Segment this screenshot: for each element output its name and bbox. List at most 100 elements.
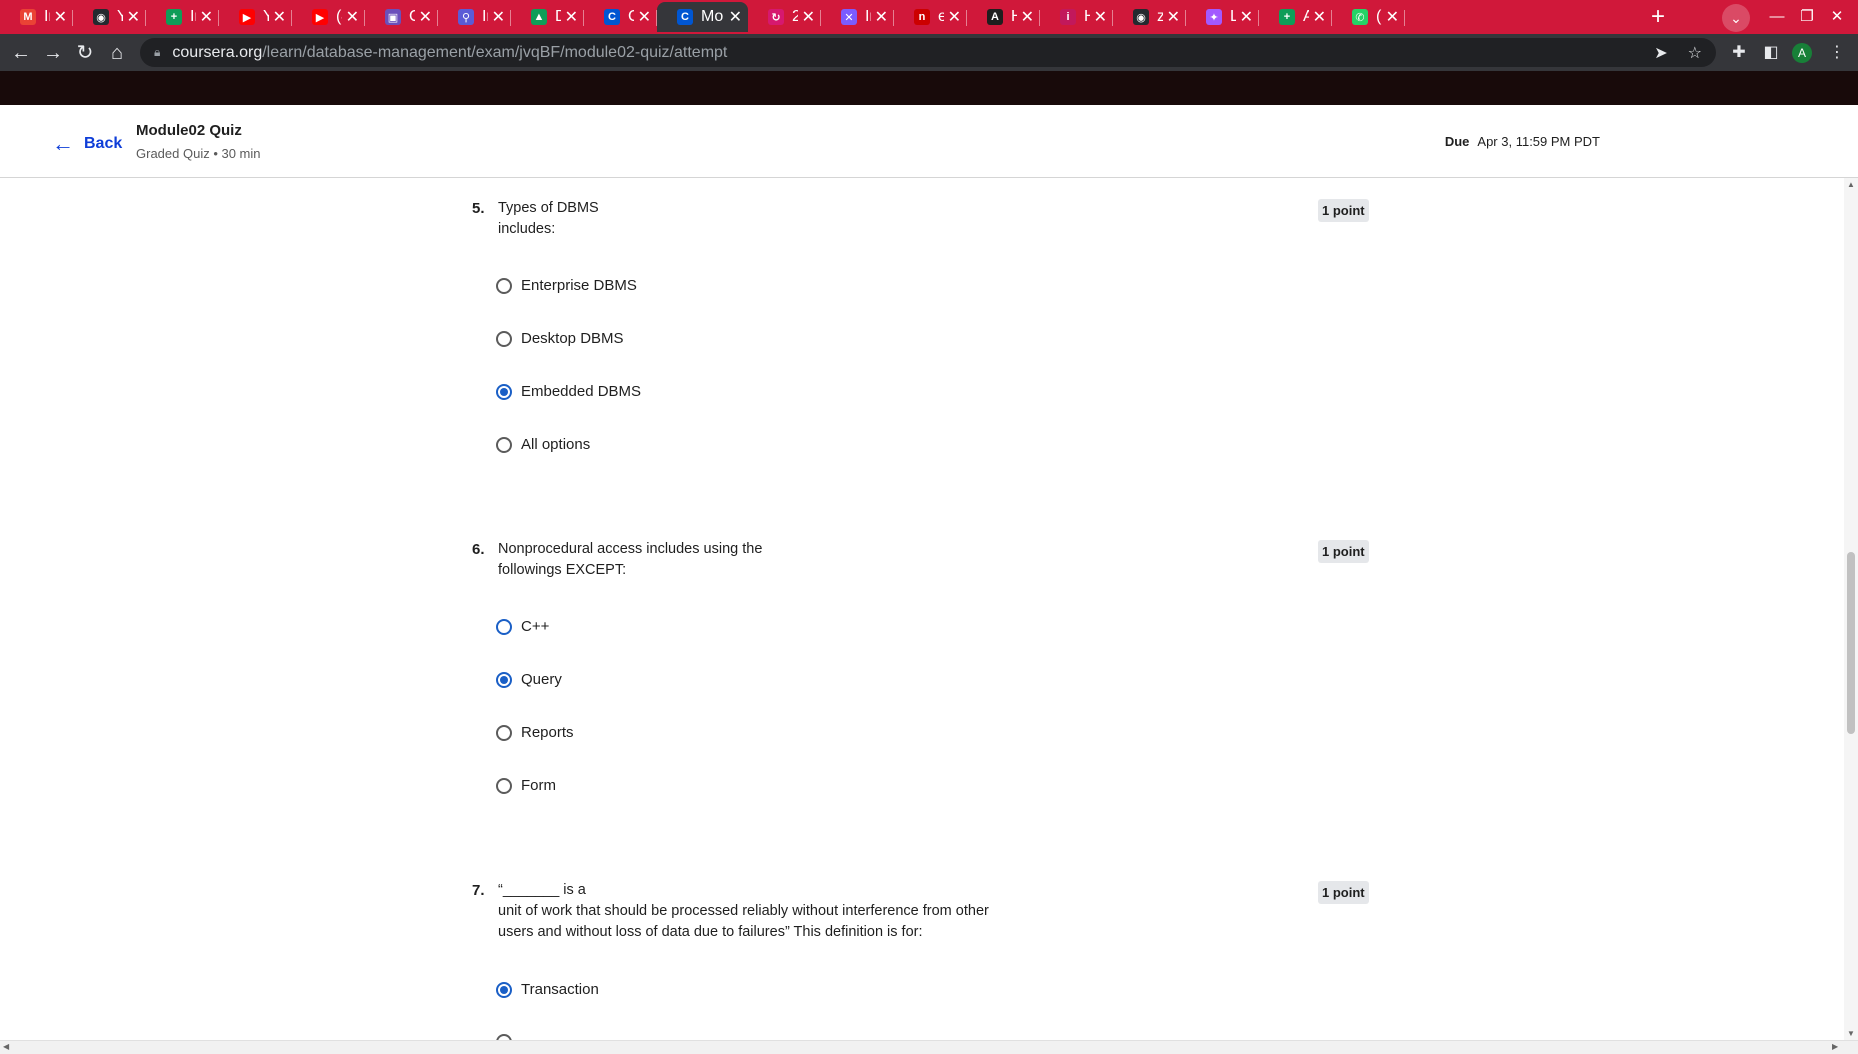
option-radio[interactable]: Form (496, 777, 556, 794)
bookmark-star-icon[interactable]: ☆ (1688, 43, 1702, 63)
question-text: Nonprocedural access includes using the … (498, 539, 762, 581)
browser-tab[interactable]: + Int ✕ (146, 2, 219, 32)
restore-icon[interactable]: ❐ (1792, 4, 1822, 30)
reload-icon[interactable]: ↻ (70, 38, 100, 68)
menu-kebab-icon[interactable]: ⋮ (1822, 38, 1852, 68)
close-tab-icon[interactable]: ✕ (492, 7, 505, 27)
radio-button[interactable] (496, 436, 512, 453)
address-bar[interactable]: 🔒︎ coursera.org/learn/database-managemen… (140, 38, 1716, 67)
close-tab-icon[interactable]: ✕ (419, 7, 432, 27)
close-tab-icon[interactable]: ✕ (1386, 7, 1399, 27)
url-path: /learn/database-management/exam/jvqBF/mo… (262, 43, 728, 61)
scroll-left-icon[interactable]: ◀ (3, 1042, 9, 1051)
radio-button[interactable] (496, 671, 512, 688)
scroll-right-icon[interactable]: ▶ (1832, 1042, 1838, 1051)
extensions-puzzle-icon[interactable]: ✚ (1724, 38, 1754, 68)
tab-title: Ho (1011, 8, 1017, 26)
close-window-icon[interactable]: ✕ (1822, 4, 1852, 30)
close-tab-icon[interactable]: ✕ (346, 7, 359, 27)
question-text-line: followings EXCEPT: (498, 562, 627, 578)
radio-button[interactable] (496, 330, 512, 347)
close-tab-icon[interactable]: ✕ (638, 7, 651, 27)
option-radio[interactable]: Reports (496, 724, 574, 741)
question-text-line: includes: (498, 221, 556, 237)
browser-tab[interactable]: C Co✕ (584, 2, 657, 32)
close-tab-icon[interactable]: ✕ (127, 7, 140, 27)
option-radio[interactable]: Transaction (496, 981, 599, 998)
browser-tab[interactable]: ◉ You ✕ (73, 2, 146, 32)
browser-tab[interactable]: ⚲ Int ✕ (438, 2, 511, 32)
radio-button[interactable] (496, 277, 512, 294)
close-tab-icon[interactable]: ✕ (875, 7, 888, 27)
radio-button[interactable] (496, 618, 512, 635)
option-radio[interactable]: Desktop DBMS (496, 330, 624, 347)
coursera-icon: C (604, 9, 620, 25)
horizontal-scrollbar[interactable]: ◀ ▶ (0, 1040, 1858, 1054)
minimize-icon[interactable]: — (1762, 4, 1792, 30)
close-tab-icon[interactable]: ✕ (948, 7, 961, 27)
radio-button[interactable] (496, 724, 512, 741)
option-radio[interactable]: C++ (496, 618, 549, 635)
close-tab-icon[interactable]: ✕ (1240, 7, 1253, 27)
close-tab-icon[interactable]: ✕ (802, 7, 815, 27)
option-radio[interactable]: Query (496, 671, 562, 688)
sheets-plus-icon: + (166, 9, 182, 25)
tab-title: zer (1157, 8, 1163, 25)
tab-title: esl (938, 8, 944, 25)
back-arrow-icon[interactable]: ← (6, 38, 36, 68)
radio-button[interactable] (496, 981, 512, 998)
question-text-line: Types of DBMS (498, 200, 599, 216)
browser-tab[interactable]: ↻ 2.✕ (748, 2, 821, 32)
browser-tab[interactable]: ▶ You ✕ (219, 2, 292, 32)
close-tab-icon[interactable]: ✕ (54, 7, 67, 27)
close-tab-icon[interactable]: ✕ (565, 7, 578, 27)
tab-title: Int (482, 8, 488, 25)
browser-tab[interactable]: C Mo ✕ (657, 2, 748, 32)
new-tab-button[interactable]: + (1644, 4, 1672, 32)
vertical-scrollbar[interactable]: ▲ ▼ (1844, 178, 1858, 1040)
scroll-up-icon[interactable]: ▲ (1847, 180, 1855, 189)
side-panel-icon[interactable]: ◧ (1756, 38, 1786, 68)
option-label: Enterprise DBMS (521, 277, 637, 294)
browser-tab[interactable]: n esl ✕ (894, 2, 967, 32)
close-tab-icon[interactable]: ✕ (1167, 7, 1180, 27)
browser-tab[interactable]: ✦ LD✕ (1186, 2, 1259, 32)
browser-tab[interactable]: A Ho✕ (967, 2, 1040, 32)
close-tab-icon[interactable]: ✕ (1021, 7, 1034, 27)
browser-tab[interactable]: M Inb ✕ (0, 2, 73, 32)
radio-button[interactable] (496, 777, 512, 794)
browser-tab[interactable]: ▣ Clic ✕ (365, 2, 438, 32)
tab-title: LD (1230, 8, 1236, 25)
browser-tab[interactable]: + Aru ✕ (1259, 2, 1332, 32)
scrollbar-thumb[interactable] (1847, 552, 1855, 734)
gmail-icon: M (20, 9, 36, 25)
profile-avatar[interactable]: A (1792, 43, 1812, 63)
url-text[interactable]: coursera.org/learn/database-management/e… (172, 44, 1634, 62)
send-icon[interactable]: ➤ (1654, 43, 1667, 63)
option-radio[interactable]: Embedded DBMS (496, 383, 641, 400)
close-tab-icon[interactable]: ✕ (1313, 7, 1326, 27)
home-icon[interactable]: ⌂ (102, 38, 132, 68)
option-radio[interactable]: Enterprise DBMS (496, 277, 637, 294)
close-tab-icon[interactable]: ✕ (1094, 7, 1107, 27)
forward-arrow-icon[interactable]: → (38, 38, 68, 68)
browser-tab[interactable]: ✆ (2) ✕ (1332, 2, 1405, 32)
classroom-icon: ▲ (531, 9, 547, 25)
tab-search-chevron-icon[interactable]: ⌄ (1722, 4, 1750, 32)
radio-button[interactable] (496, 383, 512, 400)
tab-title: DB (555, 8, 561, 26)
browser-tab[interactable]: ▶ (46 ✕ (292, 2, 365, 32)
github-icon: ◉ (93, 9, 109, 25)
scroll-down-icon[interactable]: ▼ (1847, 1029, 1855, 1038)
browser-tab[interactable]: ▲ DB✕ (511, 2, 584, 32)
close-tab-icon[interactable]: ✕ (200, 7, 213, 27)
back-link[interactable]: ← Back (52, 131, 122, 157)
n-icon: n (914, 9, 930, 25)
option-radio[interactable]: All options (496, 436, 590, 453)
close-tab-icon[interactable]: ✕ (273, 7, 286, 27)
close-tab-icon[interactable]: ✕ (729, 7, 742, 27)
info-icon: i (1060, 9, 1076, 25)
browser-tab[interactable]: ✕ Int ✕ (821, 2, 894, 32)
browser-tab[interactable]: i Ho✕ (1040, 2, 1113, 32)
browser-tab[interactable]: ◉ zer ✕ (1113, 2, 1186, 32)
